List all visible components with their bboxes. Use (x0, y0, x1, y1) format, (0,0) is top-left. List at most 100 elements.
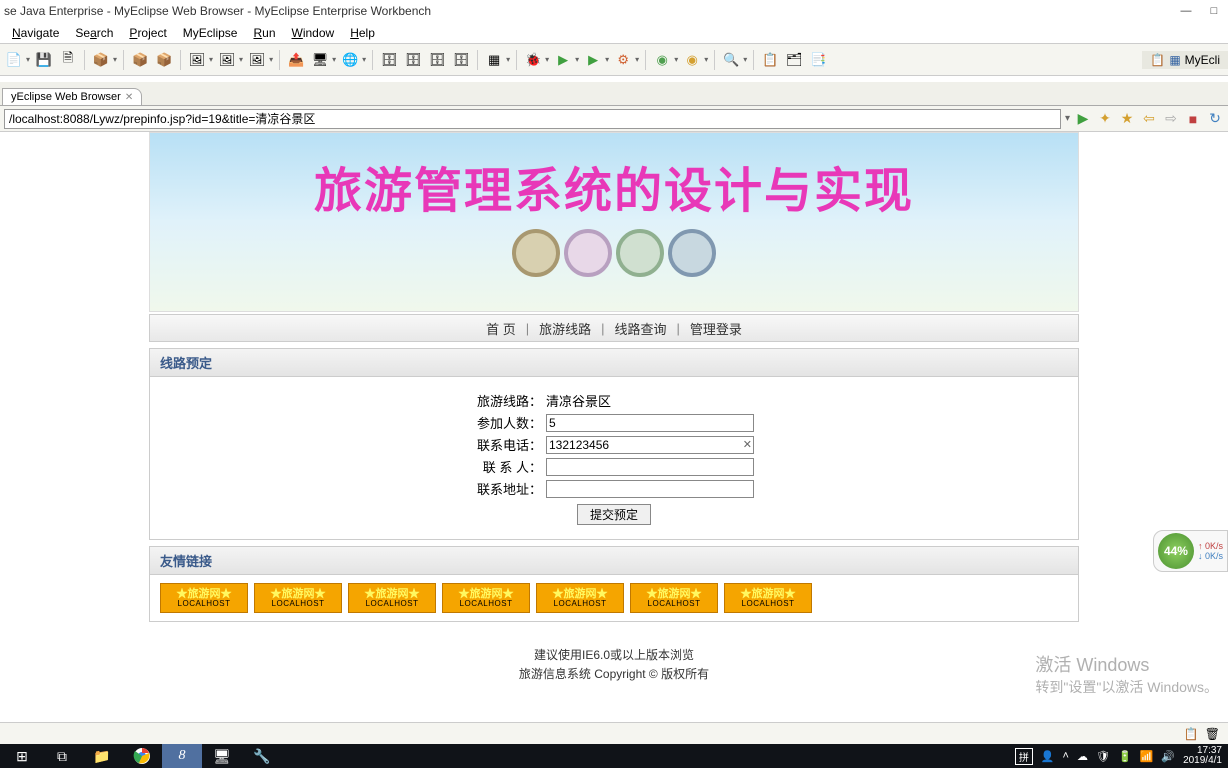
refresh-icon[interactable]: ↻ (1206, 110, 1224, 128)
people-icon[interactable]: 👤 (1041, 750, 1055, 763)
package-icon[interactable]: 📦 (91, 50, 111, 70)
friend-link[interactable]: ★旅游网★LOCALHOST (442, 583, 530, 613)
search2-icon[interactable]: 🔍 (721, 50, 741, 70)
app2-icon[interactable]: 🖥 (202, 744, 242, 768)
debug-icon[interactable]: 🐞 (523, 50, 543, 70)
tray-up-icon[interactable]: ˄ (1063, 750, 1069, 762)
windows-taskbar: ⊞ ⧉ 📁 8 🖥 🔧 拼 👤 ˄ ☁ 🛡 🔋 📶 🔊 17:37 2019/4… (0, 744, 1228, 768)
friend-link[interactable]: ★旅游网★LOCALHOST (348, 583, 436, 613)
ime-icon[interactable]: 拼 (1015, 748, 1033, 765)
ext-icon[interactable]: ⚙ (613, 50, 633, 70)
page-nav: 首 页| 旅游线路| 线路查询| 管理登录 (149, 314, 1079, 342)
url-bar: ▾ ▶ ✦ ★ ⇦ ⇨ ■ ↻ (0, 106, 1228, 132)
maximize-button[interactable]: □ (1204, 3, 1224, 19)
footer-line2: 旅游信息系统 Copyright © 版权所有 (149, 665, 1079, 684)
footer-line1: 建议使用IE6.0或以上版本浏览 (149, 646, 1079, 665)
nav-routes[interactable]: 旅游线路 (533, 319, 597, 338)
menu-navigate[interactable]: Navigate (4, 24, 67, 42)
tray2-icon[interactable]: 🛡 (1096, 750, 1110, 763)
menu-search[interactable]: Search (67, 24, 121, 42)
page-banner: 旅游管理系统的设计与实现 (149, 132, 1079, 312)
stop-icon[interactable]: ■ (1184, 110, 1202, 128)
phone-input[interactable] (546, 436, 754, 454)
address-input[interactable] (546, 480, 754, 498)
img2-icon[interactable]: 🖼 (217, 50, 237, 70)
close-icon[interactable]: ✕ (125, 92, 133, 103)
globe-icon[interactable]: 🌐 (340, 50, 360, 70)
volume-icon[interactable]: 🔊 (1161, 750, 1175, 763)
people-label: 参加人数： (472, 413, 542, 432)
clock[interactable]: 17:37 2019/4/1 (1183, 746, 1222, 766)
friend-link[interactable]: ★旅游网★LOCALHOST (254, 583, 342, 613)
run-icon[interactable]: ▶ (553, 50, 573, 70)
go-icon[interactable]: ▶ (1074, 110, 1092, 128)
network-monitor[interactable]: 44% ↑ 0K/s ↓ 0K/s (1153, 530, 1228, 572)
minimize-button[interactable]: — (1176, 3, 1196, 19)
db3-icon[interactable]: 🗄 (427, 50, 447, 70)
clear-icon[interactable]: ✕ (743, 438, 752, 451)
tool2-icon[interactable]: 🗂 (784, 50, 804, 70)
perspective-switcher[interactable]: 📋 ▦ MyEcli (1142, 51, 1228, 69)
nav-admin[interactable]: 管理登录 (684, 319, 748, 338)
favorite-icon[interactable]: ✦ (1096, 110, 1114, 128)
nav-home[interactable]: 首 页 (480, 319, 522, 338)
friend-link[interactable]: ★旅游网★LOCALHOST (724, 583, 812, 613)
perspective-label: MyEcli (1185, 53, 1220, 67)
window-title: se Java Enterprise - MyEclipse Web Brows… (4, 4, 431, 18)
url-input[interactable] (4, 109, 1061, 129)
new-pkg-icon[interactable]: ◉ (682, 50, 702, 70)
status-icon1[interactable]: 📋 (1184, 727, 1199, 741)
tool3-icon[interactable]: 📑 (808, 50, 828, 70)
friend-link[interactable]: ★旅游网★LOCALHOST (630, 583, 718, 613)
new-icon[interactable]: 📄 (4, 50, 24, 70)
menu-help[interactable]: Help (342, 24, 383, 42)
perspective-icon: 📋 (1150, 53, 1165, 67)
menu-window[interactable]: Window (284, 24, 343, 42)
star-icon[interactable]: ★ (1118, 110, 1136, 128)
forward-icon[interactable]: ⇨ (1162, 110, 1180, 128)
url-dropdown-icon[interactable]: ▾ (1065, 113, 1070, 124)
deploy-icon[interactable]: 📤 (286, 50, 306, 70)
submit-button[interactable]: 提交预定 (577, 504, 651, 525)
watermark-sub: 转到"设置"以激活 Windows。 (1035, 678, 1218, 698)
booking-section: 线路预定 旅游线路： 清凉谷景区 参加人数： 联系电话： ✕ (149, 348, 1079, 540)
db4-icon[interactable]: 🗄 (451, 50, 471, 70)
box1-icon[interactable]: 📦 (130, 50, 150, 70)
back-icon[interactable]: ⇦ (1140, 110, 1158, 128)
explorer-icon[interactable]: 📁 (82, 744, 122, 768)
server-icon[interactable]: 🖥 (310, 50, 330, 70)
app3-icon[interactable]: 🔧 (242, 744, 282, 768)
app1-icon[interactable]: 8 (162, 744, 202, 768)
db2-icon[interactable]: 🗄 (403, 50, 423, 70)
status-icon2[interactable]: 🗑 (1205, 727, 1220, 741)
chrome-icon[interactable] (122, 744, 162, 768)
box2-icon[interactable]: 📦 (154, 50, 174, 70)
route-value: 清凉谷景区 (546, 391, 756, 410)
menu-run[interactable]: Run (245, 24, 283, 42)
img1-icon[interactable]: 🖼 (187, 50, 207, 70)
friend-link[interactable]: ★旅游网★LOCALHOST (160, 583, 248, 613)
tray1-icon[interactable]: ☁ (1077, 750, 1088, 763)
banner-decoration (512, 229, 716, 277)
watermark-title: 激活 Windows (1035, 653, 1218, 678)
menu-myeclipse[interactable]: MyEclipse (175, 24, 246, 42)
run2-icon[interactable]: ▶ (583, 50, 603, 70)
img3-icon[interactable]: 🖼 (247, 50, 267, 70)
save-icon[interactable]: 💾 (34, 50, 54, 70)
taskview-icon[interactable]: ⧉ (42, 744, 82, 768)
main-toolbar: 📄▾ 💾 🗎 📦▾ 📦 📦 🖼▾ 🖼▾ 🖼▾ 📤 🖥▾ 🌐▾ 🗄 🗄 🗄 🗄 ▦… (0, 44, 1228, 76)
menu-project[interactable]: Project (121, 24, 174, 42)
new-class-icon[interactable]: ◉ (652, 50, 672, 70)
nav-query[interactable]: 线路查询 (609, 319, 673, 338)
people-input[interactable] (546, 414, 754, 432)
tray3-icon[interactable]: 🔋 (1118, 750, 1132, 763)
start-button[interactable]: ⊞ (2, 744, 42, 768)
friend-link[interactable]: ★旅游网★LOCALHOST (536, 583, 624, 613)
tab-browser[interactable]: yEclipse Web Browser ✕ (2, 88, 142, 105)
save-all-icon[interactable]: 🗎 (58, 50, 78, 70)
grid-icon[interactable]: ▦ (484, 50, 504, 70)
tool1-icon[interactable]: 📋 (760, 50, 780, 70)
contact-input[interactable] (546, 458, 754, 476)
wifi-icon[interactable]: 📶 (1140, 750, 1154, 763)
db1-icon[interactable]: 🗄 (379, 50, 399, 70)
